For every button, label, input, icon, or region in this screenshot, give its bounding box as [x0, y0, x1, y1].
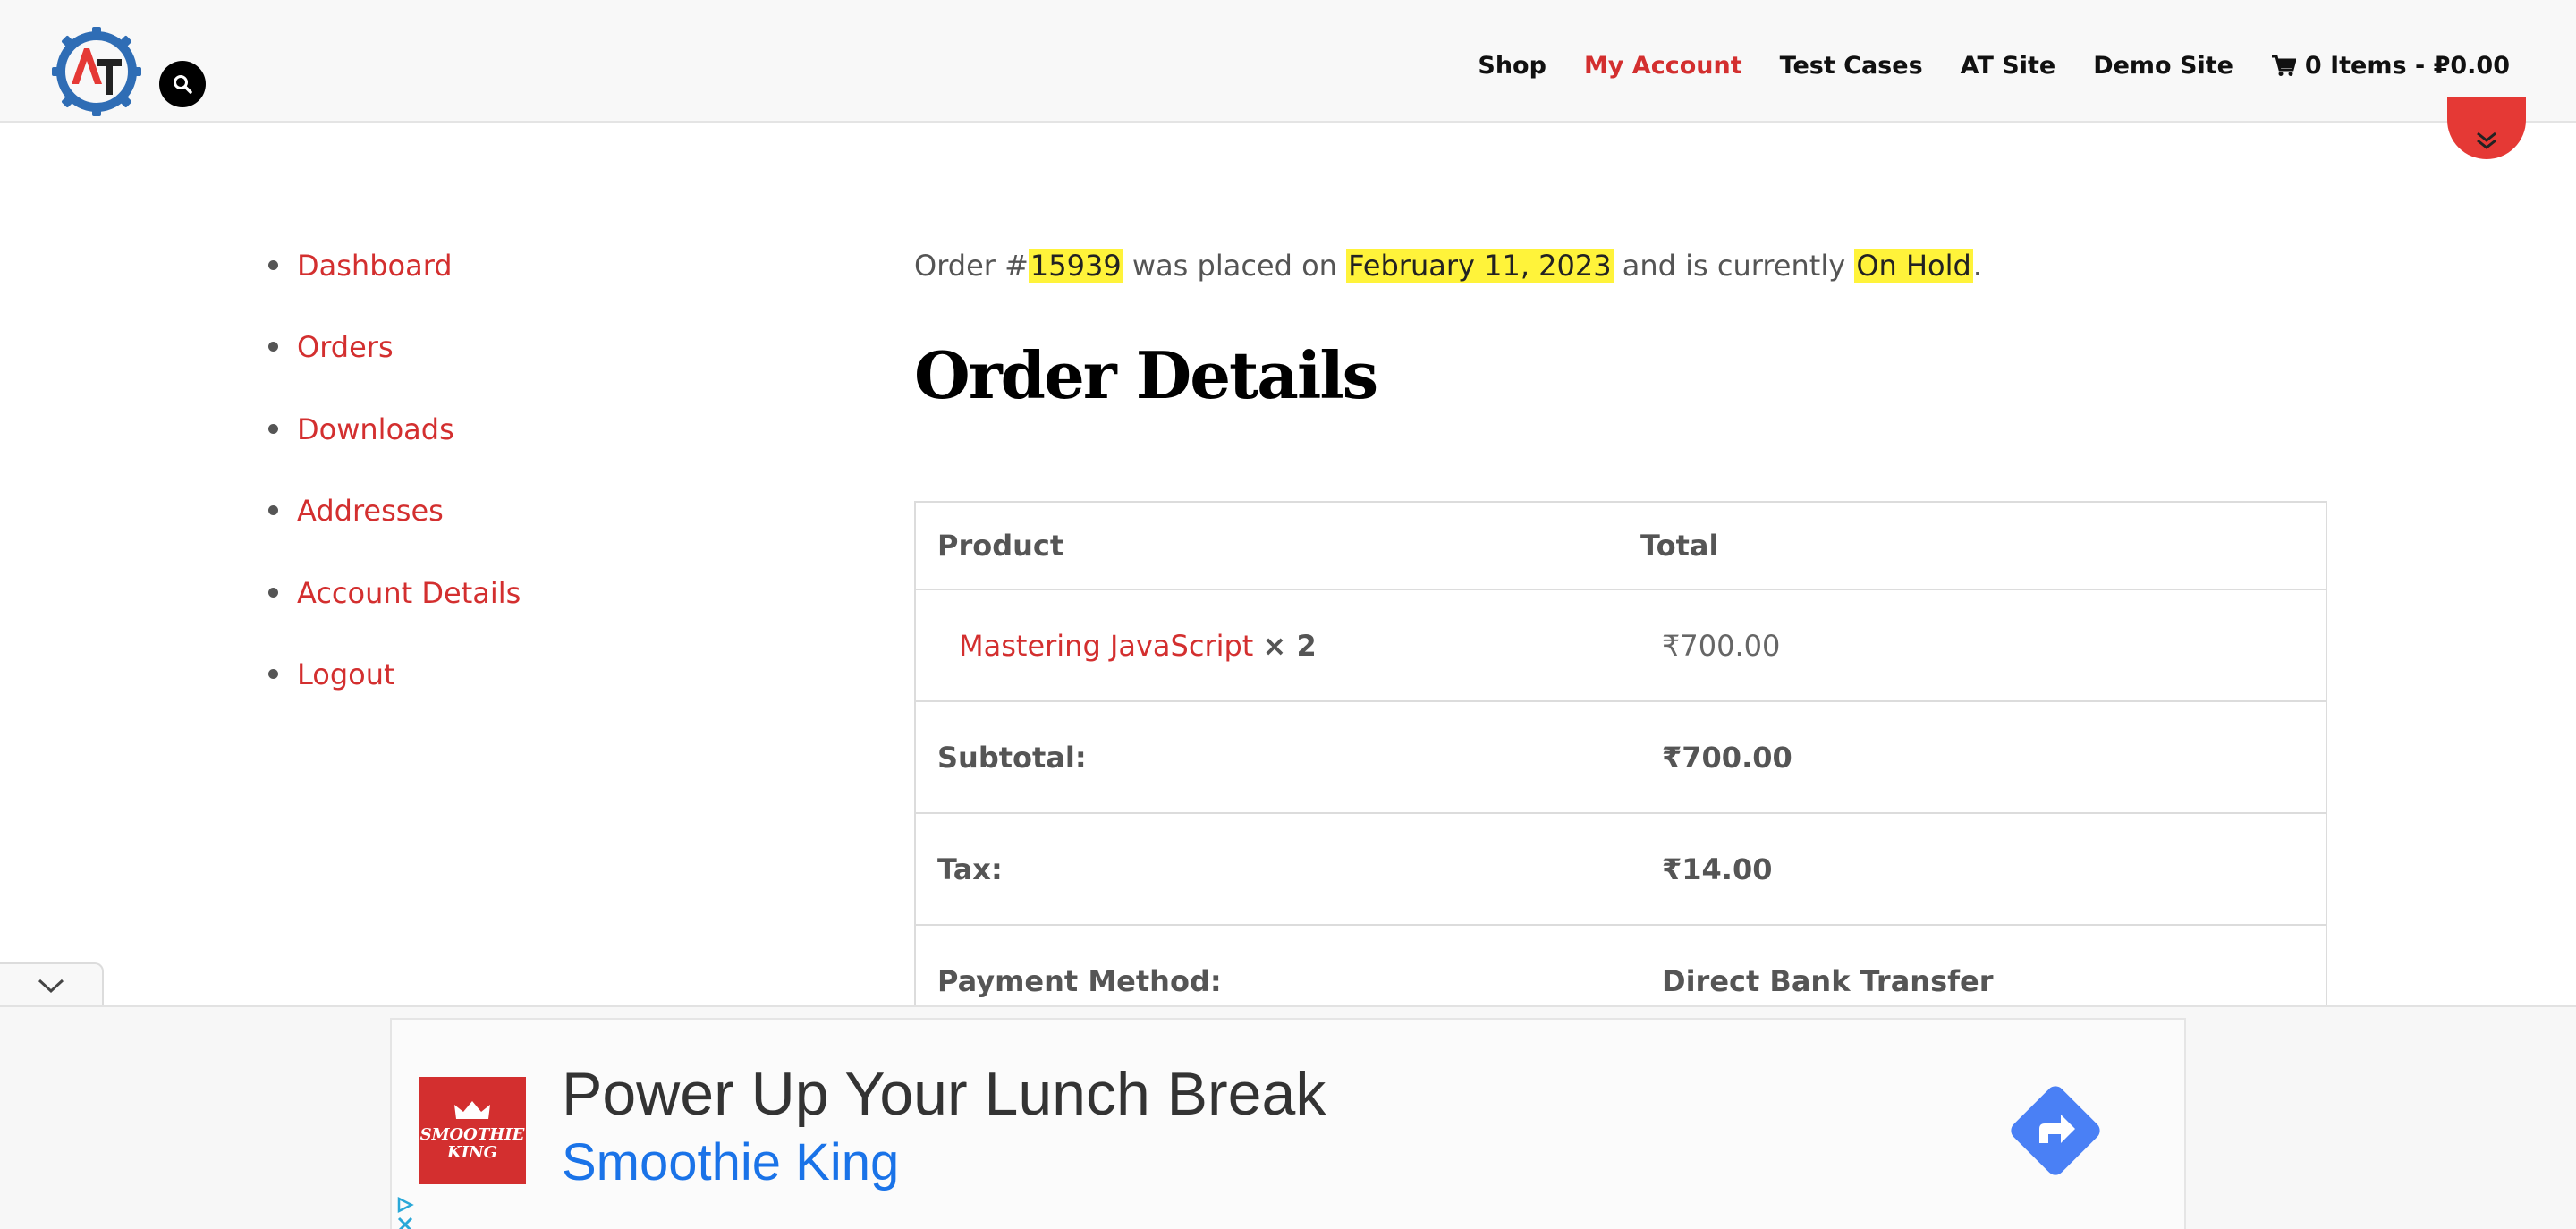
table-row: Tax: ₹14.00	[916, 814, 2326, 926]
account-navigation: Dashboard Orders Downloads Addresses Acc…	[267, 245, 767, 735]
tax-value: ₹14.00	[1662, 852, 1773, 886]
order-status-text: and is currently	[1613, 249, 1855, 283]
order-prefix: Order #	[914, 249, 1029, 283]
order-date: February 11, 2023	[1346, 249, 1614, 283]
order-status-line: Order #15939 was placed on February 11, …	[914, 245, 2327, 286]
page-title: Order Details	[914, 337, 1378, 413]
directions-button[interactable]	[2002, 1077, 2109, 1184]
table-row: Subtotal: ₹700.00	[916, 702, 2326, 814]
nav-at-site[interactable]: AT Site	[1961, 52, 2056, 80]
order-status: On Hold	[1854, 249, 1973, 283]
order-details-table: Product Total Mastering JavaScript × 2 ₹…	[914, 501, 2327, 1038]
payment-method-label: Payment Method:	[937, 963, 1222, 998]
nav-test-cases[interactable]: Test Cases	[1780, 52, 1923, 80]
tax-label: Tax:	[937, 852, 1003, 886]
ad-banner: SMOOTHIE KING Power Up Your Lunch Break …	[0, 1005, 2576, 1229]
cart-summary: 0 Items - ₽0.00	[2304, 51, 2510, 80]
subtotal-value: ₹700.00	[1662, 740, 1792, 775]
nav-cart[interactable]: 0 Items - ₽0.00	[2271, 52, 2510, 80]
sidebar-link-addresses[interactable]: Addresses	[297, 490, 444, 531]
order-period: .	[1972, 249, 1982, 283]
nav-demo-site[interactable]: Demo Site	[2093, 52, 2233, 80]
payment-method-value: Direct Bank Transfer	[1662, 963, 1994, 998]
column-header-total: Total	[1640, 529, 1719, 563]
site-header: Shop My Account Test Cases AT Site Demo …	[0, 0, 2576, 123]
ad-subtitle: Smoothie King	[562, 1133, 900, 1191]
sidebar-link-orders[interactable]: Orders	[297, 326, 394, 368]
product-total: ₹700.00	[1662, 628, 1781, 663]
directions-icon	[2011, 1086, 2100, 1175]
ad-content[interactable]: SMOOTHIE KING Power Up Your Lunch Break …	[390, 1018, 2186, 1229]
sidebar-item-downloads: Downloads	[267, 409, 767, 490]
smoothie-king-logo-icon: SMOOTHIE KING	[419, 1077, 526, 1184]
order-placed-text: was placed on	[1123, 249, 1347, 283]
order-content: Order #15939 was placed on February 11, …	[914, 245, 2327, 419]
column-header-product: Product	[937, 529, 1064, 563]
ad-collapse-button[interactable]	[0, 962, 104, 1007]
sidebar-item-addresses: Addresses	[267, 490, 767, 572]
sidebar-item-dashboard: Dashboard	[267, 245, 767, 326]
product-cell: Mastering JavaScript × 2	[916, 629, 1640, 663]
search-button[interactable]	[159, 61, 206, 107]
table-header-row: Product Total	[916, 503, 2326, 590]
sidebar-link-account-details[interactable]: Account Details	[297, 572, 521, 614]
site-logo-icon[interactable]	[50, 25, 143, 118]
chevron-down-icon	[38, 979, 64, 994]
product-quantity: × 2	[1262, 628, 1317, 663]
scroll-toggle-button[interactable]	[2447, 97, 2526, 159]
ad-logo-line2: KING	[447, 1143, 497, 1162]
sidebar-item-logout: Logout	[267, 654, 767, 735]
subtotal-label: Subtotal:	[937, 740, 1087, 775]
sidebar-item-orders: Orders	[267, 326, 767, 408]
order-number: 15939	[1028, 249, 1123, 283]
cart-icon	[2271, 55, 2296, 76]
ad-logo-line1: SMOOTHIE	[419, 1125, 525, 1144]
table-row: Mastering JavaScript × 2 ₹700.00	[916, 590, 2326, 702]
main-nav: Shop My Account Test Cases AT Site Demo …	[1440, 47, 2510, 84]
sidebar-item-account-details: Account Details	[267, 572, 767, 654]
search-icon	[174, 75, 192, 94]
sidebar-link-logout[interactable]: Logout	[297, 654, 395, 695]
ad-title: Power Up Your Lunch Break	[562, 1060, 1326, 1128]
double-chevron-down-icon	[2477, 131, 2496, 149]
nav-shop[interactable]: Shop	[1478, 52, 1546, 80]
sidebar-link-dashboard[interactable]: Dashboard	[297, 245, 453, 286]
ad-choices-icon[interactable]	[395, 1195, 422, 1229]
nav-my-account[interactable]: My Account	[1584, 52, 1742, 80]
product-link[interactable]: Mastering JavaScript	[959, 629, 1253, 663]
sidebar-link-downloads[interactable]: Downloads	[297, 409, 454, 450]
